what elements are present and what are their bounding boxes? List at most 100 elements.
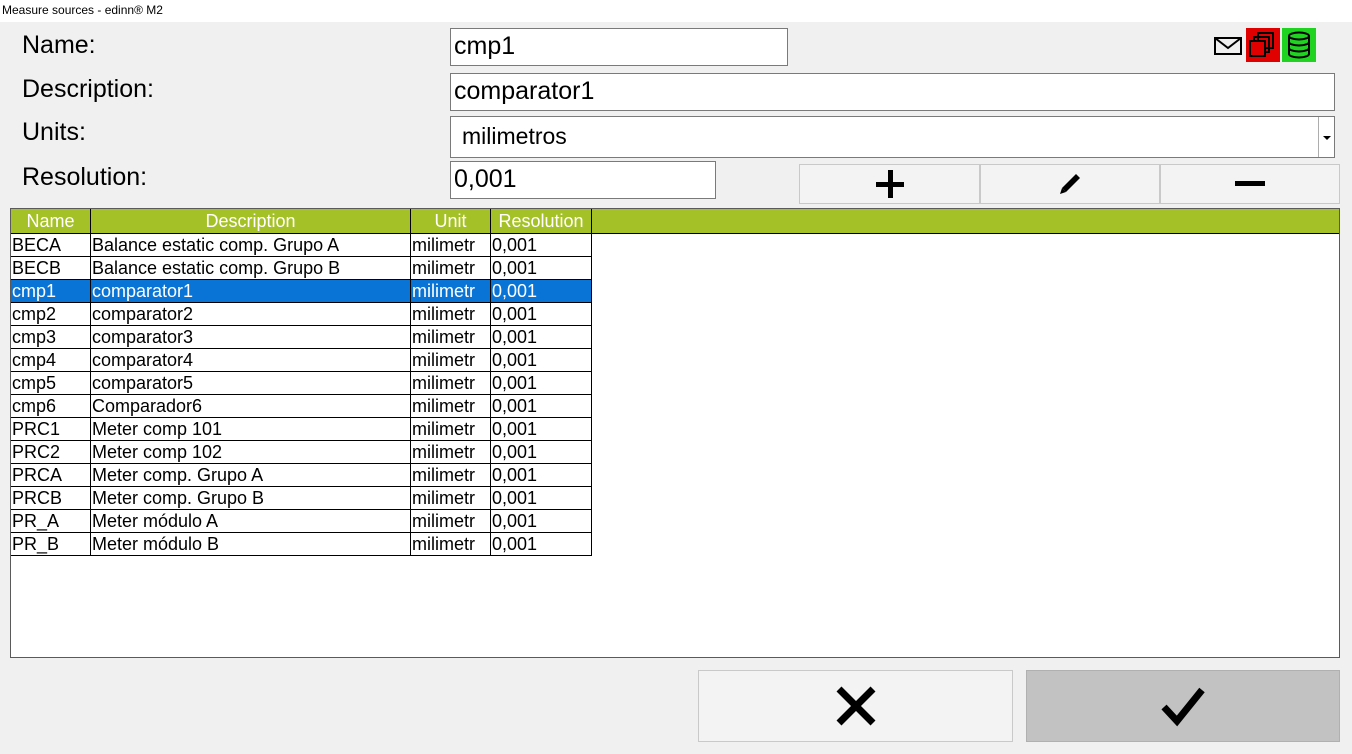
resolution-label: Resolution: (22, 163, 148, 191)
table-row[interactable]: cmp3 comparator3 milimetr 0,001 (11, 326, 592, 349)
cell-description: Comparador6 (91, 395, 411, 418)
cell-description: Meter comp. Grupo B (91, 487, 411, 510)
database-button[interactable] (1282, 28, 1316, 62)
cell-name: PR_A (11, 510, 91, 533)
cell-unit: milimetr (411, 372, 491, 395)
cell-resolution: 0,001 (491, 418, 592, 441)
cell-name: cmp4 (11, 349, 91, 372)
cell-description: Meter comp 102 (91, 441, 411, 464)
measure-sources-table[interactable]: Name Description Unit Resolution BECA Bal… (10, 208, 1340, 658)
cell-resolution: 0,001 (491, 533, 592, 556)
cell-unit: milimetr (411, 441, 491, 464)
cell-name: cmp3 (11, 326, 91, 349)
edit-button[interactable] (980, 164, 1160, 204)
minus-icon (1235, 181, 1265, 186)
cell-name: BECA (11, 234, 91, 257)
column-header-unit[interactable]: Unit (411, 209, 491, 233)
chevron-down-icon[interactable] (1318, 117, 1334, 157)
units-select[interactable]: milimetros (450, 116, 1335, 158)
cell-resolution: 0,001 (491, 349, 592, 372)
cell-description: Balance estatic comp. Grupo B (91, 257, 411, 280)
cell-unit: milimetr (411, 487, 491, 510)
cell-name: cmp1 (11, 280, 91, 303)
remove-button[interactable] (1160, 164, 1340, 204)
cell-name: cmp2 (11, 303, 91, 326)
cell-name: cmp6 (11, 395, 91, 418)
cell-description: comparator2 (91, 303, 411, 326)
column-header-name[interactable]: Name (11, 209, 91, 233)
pencil-icon (1060, 174, 1080, 194)
cell-name: PRC1 (11, 418, 91, 441)
cell-unit: milimetr (411, 234, 491, 257)
cell-unit: milimetr (411, 280, 491, 303)
table-row[interactable]: cmp4 comparator4 milimetr 0,001 (11, 349, 592, 372)
cell-unit: milimetr (411, 464, 491, 487)
add-button[interactable] (799, 164, 980, 204)
table-row[interactable]: PRC2 Meter comp 102 milimetr 0,001 (11, 441, 592, 464)
table-row[interactable]: PRCB Meter comp. Grupo Bmilimetr 0,001 (11, 487, 592, 510)
mail-icon (1214, 37, 1242, 55)
mail-button[interactable] (1211, 28, 1245, 62)
cell-unit: milimetr (411, 510, 491, 533)
cell-unit: milimetr (411, 533, 491, 556)
plus-icon (875, 170, 904, 198)
units-label: Units: (22, 118, 86, 146)
cell-resolution: 0,001 (491, 326, 592, 349)
cell-unit: milimetr (411, 326, 491, 349)
table-row[interactable]: cmp2 comparator2 milimetr 0,001 (11, 303, 592, 326)
window-title: Measure sources - edinn® M2 (0, 0, 1352, 22)
cell-description: comparator3 (91, 326, 411, 349)
cell-description: Meter módulo B (91, 533, 411, 556)
cell-resolution: 0,001 (491, 280, 592, 303)
cell-resolution: 0,001 (491, 372, 592, 395)
name-input[interactable]: cmp1 (450, 28, 788, 66)
cell-name: PR_B (11, 533, 91, 556)
cell-unit: milimetr (411, 418, 491, 441)
table-row[interactable]: PRCA Meter comp. Grupo Amilimetr 0,001 (11, 464, 592, 487)
database-icon (1288, 31, 1310, 59)
name-label: Name: (22, 31, 96, 59)
cell-resolution: 0,001 (491, 510, 592, 533)
cell-resolution: 0,001 (491, 464, 592, 487)
copy-button[interactable] (1246, 28, 1280, 62)
resolution-input[interactable]: 0,001 (450, 161, 716, 199)
cell-description: comparator5 (91, 372, 411, 395)
cell-resolution: 0,001 (491, 441, 592, 464)
cell-unit: milimetr (411, 303, 491, 326)
cell-resolution: 0,001 (491, 487, 592, 510)
description-input[interactable]: comparator1 (450, 73, 1335, 111)
description-label: Description: (22, 75, 154, 103)
cancel-button[interactable] (698, 670, 1013, 742)
cell-name: BECB (11, 257, 91, 280)
table-row[interactable]: PRC1 Meter comp 101 milimetr 0,001 (11, 418, 592, 441)
cell-unit: milimetr (411, 395, 491, 418)
cell-resolution: 0,001 (491, 303, 592, 326)
cell-resolution: 0,001 (491, 234, 592, 257)
cell-name: PRCA (11, 464, 91, 487)
x-icon (836, 686, 875, 726)
cell-name: PRCB (11, 487, 91, 510)
table-row[interactable]: cmp1 comparator1 milimetr 0,001 (11, 280, 592, 303)
table-row[interactable]: PR_B Meter módulo Bmilimetr 0,001 (11, 533, 592, 556)
column-header-resolution[interactable]: Resolution (491, 209, 592, 233)
cell-description: comparator4 (91, 349, 411, 372)
cell-resolution: 0,001 (491, 395, 592, 418)
cell-description: Balance estatic comp. Grupo A (91, 234, 411, 257)
cell-description: Meter módulo A (91, 510, 411, 533)
table-header: Name Description Unit Resolution (11, 209, 1339, 234)
ok-button[interactable] (1026, 670, 1340, 742)
checkmark-icon (1161, 687, 1205, 727)
table-row[interactable]: BECA Balance estatic comp. Grupo Amilimet… (11, 234, 592, 257)
table-row[interactable]: PR_A Meter módulo Amilimetr 0,001 (11, 510, 592, 533)
table-row[interactable]: cmp6 Comparador6 milimetr 0,001 (11, 395, 592, 418)
cell-unit: milimetr (411, 349, 491, 372)
cell-name: PRC2 (11, 441, 91, 464)
table-row[interactable]: BECB Balance estatic comp. Grupo Bmilimet… (11, 257, 592, 280)
cell-unit: milimetr (411, 257, 491, 280)
table-row[interactable]: cmp5 comparator5 milimetr 0,001 (11, 372, 592, 395)
cell-description: Meter comp. Grupo A (91, 464, 411, 487)
cell-description: comparator1 (91, 280, 411, 303)
column-header-description[interactable]: Description (91, 209, 411, 233)
copy-windows-icon (1249, 32, 1274, 57)
cell-resolution: 0,001 (491, 257, 592, 280)
